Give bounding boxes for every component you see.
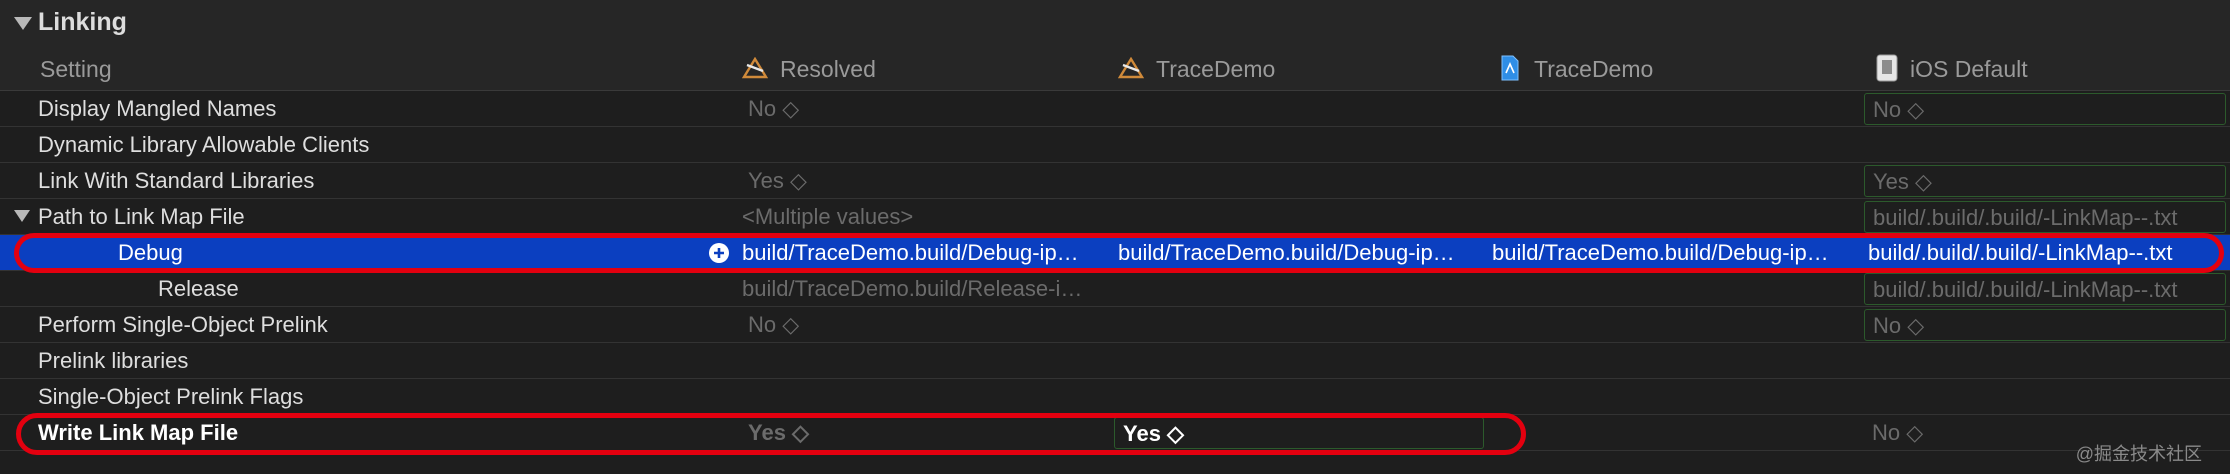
resolved-value: <Multiple values> [742, 204, 914, 229]
setting-label: Release [158, 276, 239, 301]
xcode-app-icon [742, 57, 768, 79]
setting-label: Write Link Map File [38, 420, 239, 445]
resolved-value: Yes ◇ [748, 420, 809, 445]
setting-row-write-link-map-file[interactable]: Write Link Map File Yes ◇ Yes ◇ No ◇ [0, 415, 2230, 451]
resolved-value: Yes ◇ [748, 168, 807, 193]
setting-row-path-to-link-map-file[interactable]: Path to Link Map File <Multiple values> … [0, 199, 2230, 235]
column-resolved: Resolved [780, 56, 876, 82]
setting-label: Single-Object Prelink Flags [38, 384, 304, 409]
ios-default-value: No ◇ [1872, 420, 1924, 445]
column-header-row: Setting Resolved TraceDemo TraceDemo iOS… [0, 48, 2230, 91]
disclosure-triangle-icon[interactable] [14, 210, 30, 222]
resolved-value: No ◇ [748, 312, 800, 337]
ios-default-value: No ◇ [1873, 313, 1925, 338]
ios-default-value: Yes ◇ [1873, 169, 1932, 194]
setting-row-single-object-prelink-flags[interactable]: Single-Object Prelink Flags [0, 379, 2230, 415]
setting-label: Display Mangled Names [38, 96, 277, 121]
add-condition-icon[interactable] [708, 242, 730, 264]
project-file-icon [1501, 55, 1519, 81]
disclosure-triangle-icon[interactable] [14, 17, 32, 30]
ios-default-field[interactable]: build/.build/.build/-LinkMap--.txt [1864, 273, 2226, 305]
ios-device-icon [1876, 54, 1898, 82]
setting-label: Path to Link Map File [38, 204, 245, 229]
watermark: @掘金技术社区 [2075, 444, 2202, 464]
resolved-value: build/TraceDemo.build/Release-i… [742, 276, 1083, 301]
column-project-tracedemo: TraceDemo [1156, 56, 1276, 82]
ios-default-field[interactable]: Yes ◇ [1864, 165, 2226, 197]
column-target-tracedemo: TraceDemo [1534, 56, 1654, 82]
setting-row-release[interactable]: Release build/TraceDemo.build/Release-i…… [0, 271, 2230, 307]
target-value: build/TraceDemo.build/Debug-ip… [1492, 240, 1829, 265]
setting-row-link-with-standard-libraries[interactable]: Link With Standard Libraries Yes ◇ Yes ◇ [0, 163, 2230, 199]
setting-label: Link With Standard Libraries [38, 168, 315, 193]
section-title: Linking [38, 8, 127, 36]
ios-default-field[interactable]: No ◇ [1864, 93, 2226, 125]
setting-label: Debug [118, 240, 183, 265]
ios-default-field[interactable]: No ◇ [1864, 309, 2226, 341]
linking-section-header[interactable]: Linking [0, 0, 2230, 48]
column-ios-default: iOS Default [1910, 56, 2028, 82]
resolved-value: build/TraceDemo.build/Debug-ip… [742, 240, 1079, 265]
xcode-app-icon [1118, 57, 1144, 79]
setting-row-display-mangled-names[interactable]: Display Mangled Names No ◇ No ◇ [0, 91, 2230, 127]
project-value: build/TraceDemo.build/Debug-ip… [1118, 240, 1455, 265]
ios-default-value: build/.build/.build/-LinkMap--.txt [1873, 205, 2178, 230]
setting-label: Perform Single-Object Prelink [38, 312, 328, 337]
setting-row-debug[interactable]: Debug build/TraceDemo.build/Debug-ip… bu… [0, 235, 2230, 271]
project-value-field[interactable]: Yes ◇ [1114, 417, 1484, 449]
ios-default-value: build/.build/.build/-LinkMap--.txt [1873, 277, 2178, 302]
ios-default-value: No ◇ [1873, 97, 1925, 122]
setting-row-prelink-libraries[interactable]: Prelink libraries [0, 343, 2230, 379]
setting-row-perform-single-object-prelink[interactable]: Perform Single-Object Prelink No ◇ No ◇ [0, 307, 2230, 343]
setting-row-dynamic-library-allowable-clients[interactable]: Dynamic Library Allowable Clients [0, 127, 2230, 163]
resolved-value: No ◇ [748, 96, 800, 121]
ios-default-value: build/.build/.build/-LinkMap--.txt [1868, 240, 2173, 265]
setting-label: Dynamic Library Allowable Clients [38, 132, 370, 157]
setting-label: Prelink libraries [38, 348, 189, 373]
ios-default-field[interactable]: build/.build/.build/-LinkMap--.txt [1864, 201, 2226, 233]
column-setting: Setting [40, 56, 112, 82]
project-value: Yes ◇ [1123, 421, 1184, 446]
